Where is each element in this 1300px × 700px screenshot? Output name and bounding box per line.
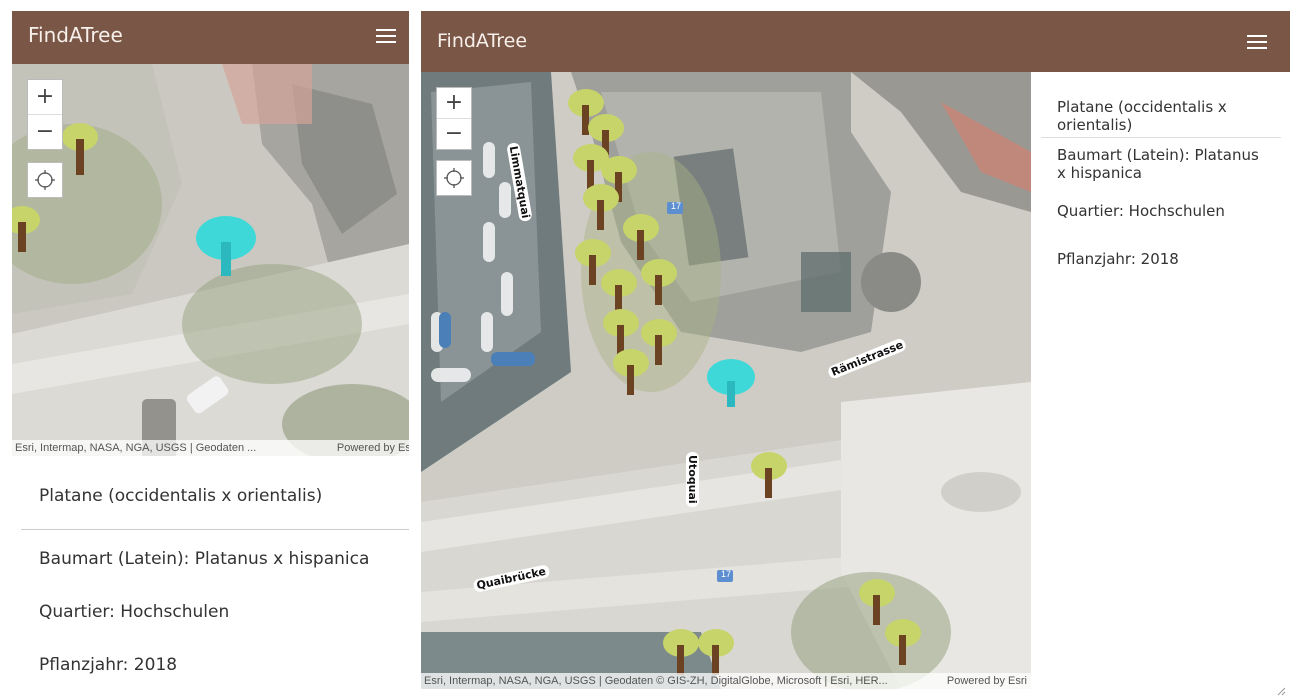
map-view[interactable]: 17 17 Limmatquai Utoquai Quaibrücke Rämi…	[421, 72, 1031, 689]
quarter: Quartier: Hochschulen	[39, 602, 230, 622]
attribution-text[interactable]: Esri, Intermap, NASA, NGA, USGS | Geodat…	[424, 675, 888, 687]
tree-name: Platane (occidentalis x orientalis)	[1057, 98, 1227, 134]
route-label-17: 17	[671, 201, 682, 211]
zoom-control: + −	[436, 87, 472, 150]
brand-title[interactable]: FindATree	[437, 30, 527, 52]
hamburger-icon[interactable]	[376, 29, 396, 43]
aerial-map-imagery	[12, 64, 409, 456]
quarter: Quartier: Hochschulen	[1057, 202, 1225, 220]
planting-year: Pflanzjahr: 2018	[39, 655, 178, 675]
species-latin: Baumart (Latein): Platanus x hispanica	[1057, 146, 1259, 182]
zoom-in-button[interactable]: +	[28, 80, 62, 114]
divider	[21, 529, 409, 530]
powered-by-esri[interactable]: Powered by Esri	[947, 673, 1027, 689]
tree-name: Platane (occidentalis x orientalis)	[39, 486, 323, 506]
powered-by-esri[interactable]: Powered by Esri	[337, 440, 409, 456]
locate-crosshair-icon	[35, 170, 55, 190]
mobile-view-panel: FindATree + − Esri, Intermap, NASA, NGA,…	[12, 11, 409, 700]
route-label-17: 17	[721, 569, 732, 579]
zoom-out-button[interactable]: −	[28, 114, 62, 149]
zoom-in-button[interactable]: +	[437, 88, 471, 118]
zoom-control: + −	[27, 79, 63, 150]
planting-year: Pflanzjahr: 2018	[1057, 250, 1179, 268]
street-label-utoquai: Utoquai	[686, 452, 699, 507]
map-attribution: Esri, Intermap, NASA, NGA, USGS | Geodat…	[421, 673, 1031, 689]
navbar: FindATree	[12, 11, 409, 64]
map-attribution: Esri, Intermap, NASA, NGA, USGS | Geodat…	[12, 440, 409, 456]
species-latin: Baumart (Latein): Platanus x hispanica	[39, 549, 370, 569]
brand-title[interactable]: FindATree	[28, 23, 123, 47]
divider	[1041, 137, 1281, 138]
locate-button[interactable]	[436, 160, 472, 196]
locate-crosshair-icon	[444, 168, 464, 188]
hamburger-icon[interactable]	[1247, 35, 1267, 49]
desktop-view-panel: FindATree 17 17 Limmatquai Utoquai Quaib…	[421, 11, 1290, 700]
attribution-text[interactable]: Esri, Intermap, NASA, NGA, USGS | Geodat…	[15, 442, 256, 454]
resize-handle-icon[interactable]	[1276, 686, 1286, 696]
locate-button[interactable]	[27, 162, 63, 198]
navbar: FindATree	[421, 11, 1290, 72]
map-view[interactable]: + − Esri, Intermap, NASA, NGA, USGS | Ge…	[12, 64, 409, 456]
zoom-out-button[interactable]: −	[437, 118, 471, 149]
